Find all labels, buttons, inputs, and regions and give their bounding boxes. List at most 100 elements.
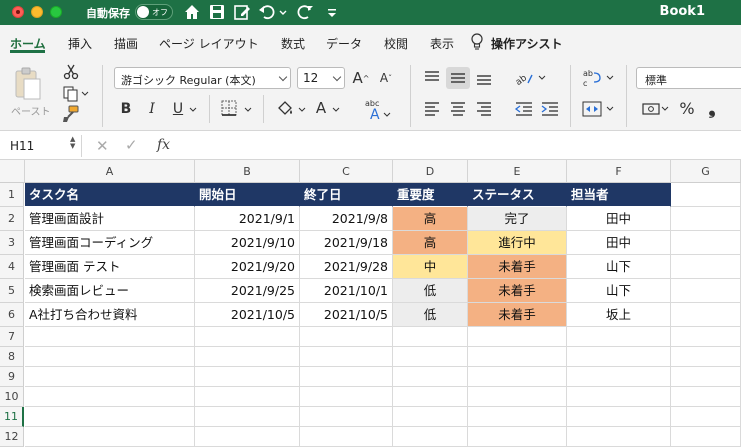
cell[interactable] [468, 407, 567, 427]
row-header-3[interactable]: 3 [0, 231, 24, 255]
cell[interactable] [671, 387, 741, 407]
font-color-dropdown-icon[interactable] [331, 99, 341, 119]
grow-font-button[interactable]: A ^ [352, 67, 370, 89]
start-date-cell[interactable]: 2021/9/1 [195, 207, 300, 231]
row-header-11[interactable]: 11 [0, 407, 24, 427]
priority-cell[interactable]: 高 [393, 207, 468, 231]
priority-cell[interactable]: 高 [393, 231, 468, 255]
cell[interactable] [195, 407, 300, 427]
row-header-2[interactable]: 2 [0, 207, 24, 231]
cell[interactable] [195, 367, 300, 387]
tab-formulas[interactable]: 数式 [281, 35, 305, 52]
font-size-select[interactable]: 12 [297, 67, 345, 89]
align-center-icon[interactable] [446, 99, 470, 119]
cell[interactable] [567, 347, 671, 367]
column-header-a[interactable]: A [25, 160, 195, 183]
cut-icon[interactable] [62, 63, 80, 81]
column-header-b[interactable]: B [195, 160, 300, 183]
italic-button[interactable]: I [144, 99, 160, 119]
task-name-cell[interactable]: A社打ち合わせ資料 [25, 303, 195, 327]
column-header-c[interactable]: C [300, 160, 393, 183]
bold-button[interactable]: B [118, 99, 134, 119]
underline-dropdown-icon[interactable] [188, 99, 198, 119]
start-date-cell[interactable]: 2021/9/20 [195, 255, 300, 279]
end-date-cell[interactable]: 2021/10/5 [300, 303, 393, 327]
cell[interactable] [25, 327, 195, 347]
cell[interactable] [671, 231, 741, 255]
table-header-cell[interactable]: タスク名 [25, 183, 195, 207]
priority-cell[interactable]: 低 [393, 303, 468, 327]
column-header-g[interactable]: G [671, 160, 741, 183]
cell[interactable] [671, 367, 741, 387]
cell[interactable] [25, 367, 195, 387]
cell[interactable] [671, 407, 741, 427]
cell[interactable] [671, 255, 741, 279]
end-date-cell[interactable]: 2021/9/28 [300, 255, 393, 279]
cell[interactable] [567, 387, 671, 407]
cell[interactable] [195, 327, 300, 347]
cell[interactable] [25, 427, 195, 447]
table-header-cell[interactable]: 重要度 [393, 183, 468, 207]
fill-color-dropdown-icon[interactable] [297, 99, 307, 119]
status-cell[interactable]: 未着手 [468, 279, 567, 303]
cell[interactable] [468, 347, 567, 367]
cell[interactable] [567, 327, 671, 347]
cell[interactable] [393, 327, 468, 347]
confirm-entry-icon[interactable]: ✓ [125, 136, 138, 154]
select-all-corner[interactable] [0, 160, 25, 183]
borders-dropdown-icon[interactable] [243, 99, 253, 119]
wrap-text-icon[interactable]: ab c [580, 67, 616, 89]
owner-cell[interactable]: 山下 [567, 255, 671, 279]
cell[interactable] [671, 303, 741, 327]
start-date-cell[interactable]: 2021/9/10 [195, 231, 300, 255]
cell[interactable] [671, 427, 741, 447]
decrease-indent-icon[interactable] [512, 99, 536, 119]
task-name-cell[interactable]: 管理画面コーディング [25, 231, 195, 255]
end-date-cell[interactable]: 2021/9/8 [300, 207, 393, 231]
cell[interactable] [300, 327, 393, 347]
row-header-9[interactable]: 9 [0, 367, 24, 387]
cell[interactable] [393, 427, 468, 447]
row-header-4[interactable]: 4 [0, 255, 24, 279]
cell[interactable] [300, 407, 393, 427]
table-header-cell[interactable]: ステータス [468, 183, 567, 207]
underline-button[interactable]: U [170, 99, 186, 119]
cell[interactable] [567, 427, 671, 447]
cell[interactable] [567, 407, 671, 427]
paste-button[interactable] [12, 65, 42, 101]
cancel-entry-icon[interactable]: ✕ [96, 137, 109, 155]
cell[interactable] [468, 367, 567, 387]
tab-review[interactable]: 校閲 [384, 35, 408, 52]
owner-cell[interactable]: 山下 [567, 279, 671, 303]
accounting-format-icon[interactable] [640, 99, 672, 119]
format-painter-icon[interactable] [62, 105, 80, 123]
row-header-12[interactable]: 12 [0, 427, 24, 447]
insert-function-button[interactable]: fx [157, 137, 170, 153]
table-header-cell[interactable]: 開始日 [195, 183, 300, 207]
cell[interactable] [195, 347, 300, 367]
orientation-icon[interactable]: ab [512, 67, 546, 89]
font-name-select[interactable]: 游ゴシック Regular (本文) [114, 67, 291, 89]
cell[interactable] [671, 207, 741, 231]
start-date-cell[interactable]: 2021/10/5 [195, 303, 300, 327]
cell[interactable] [393, 347, 468, 367]
cell[interactable] [468, 327, 567, 347]
start-date-cell[interactable]: 2021/9/25 [195, 279, 300, 303]
increase-indent-icon[interactable] [538, 99, 562, 119]
comma-style-button[interactable]: ❟ [704, 97, 720, 119]
table-header-cell[interactable]: 担当者 [567, 183, 671, 207]
end-date-cell[interactable]: 2021/9/18 [300, 231, 393, 255]
column-header-e[interactable]: E [468, 160, 567, 183]
row-header-8[interactable]: 8 [0, 347, 24, 367]
name-box-stepper-icon[interactable]: ▲ ▼ [70, 136, 75, 150]
priority-cell[interactable]: 中 [393, 255, 468, 279]
percent-style-button[interactable]: % [677, 97, 697, 119]
fill-color-icon[interactable] [275, 99, 295, 119]
owner-cell[interactable]: 田中 [567, 231, 671, 255]
cell[interactable] [393, 407, 468, 427]
shrink-font-button[interactable]: Aˇ [377, 67, 395, 89]
cell[interactable] [671, 327, 741, 347]
cell[interactable] [25, 347, 195, 367]
table-header-cell[interactable]: 終了日 [300, 183, 393, 207]
cell[interactable] [300, 367, 393, 387]
